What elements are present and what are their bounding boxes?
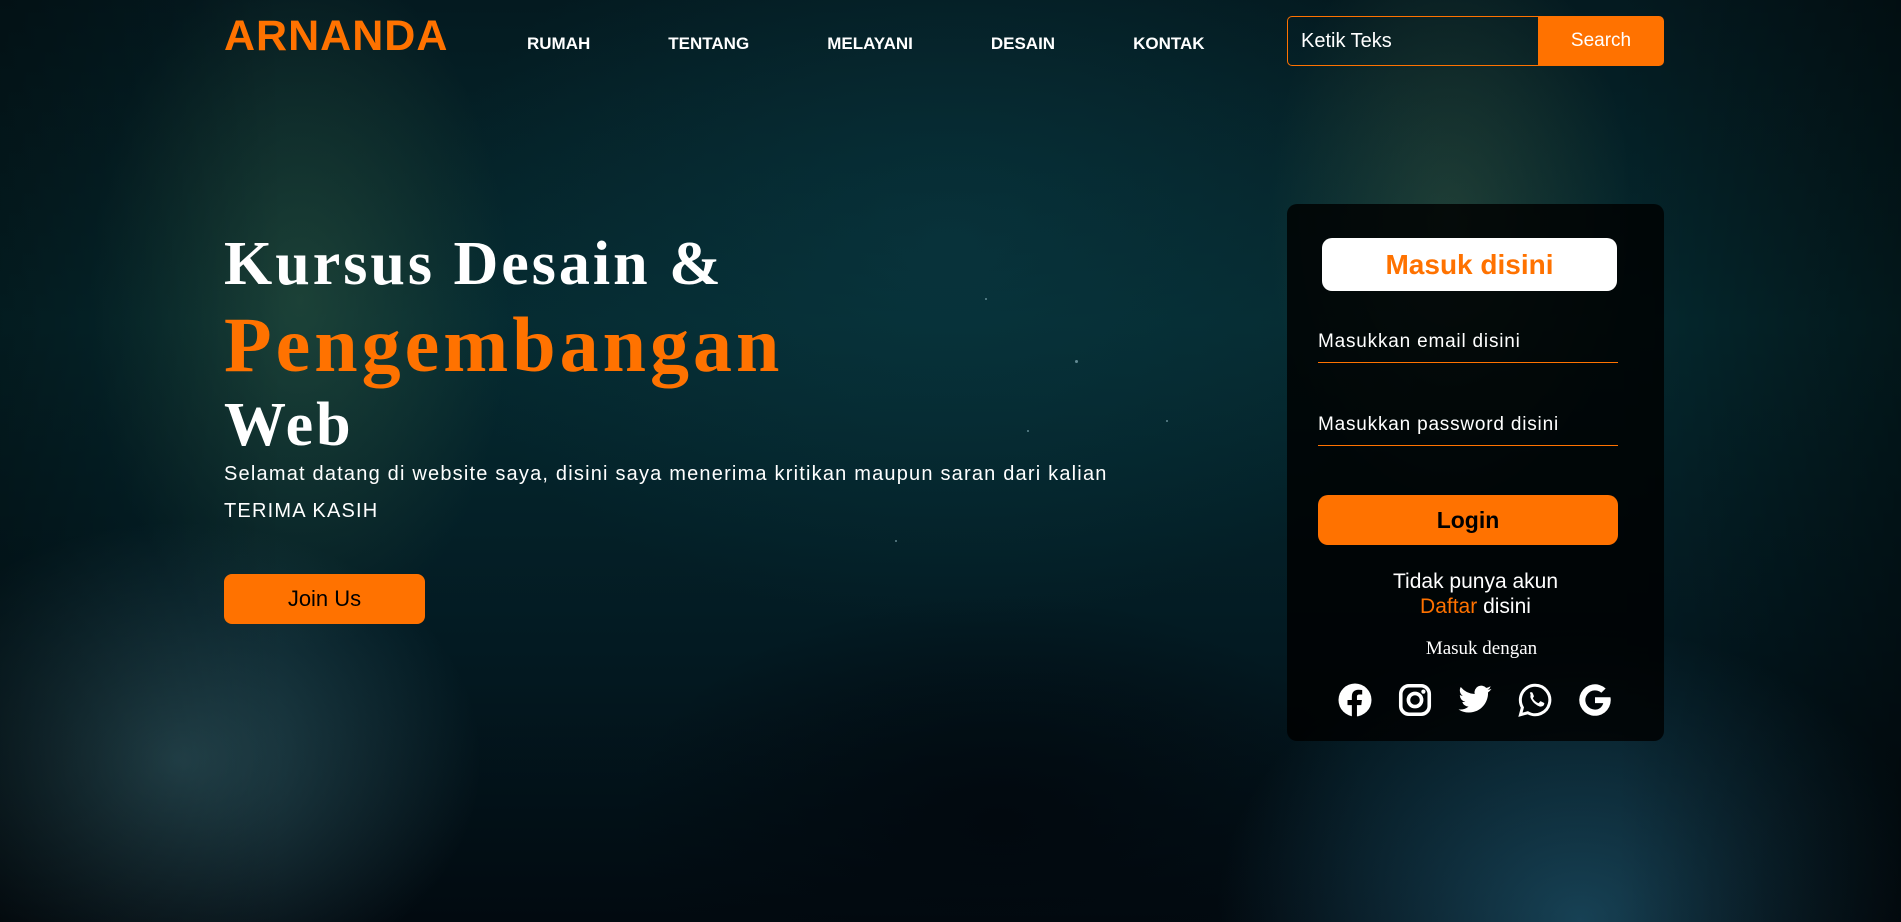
- brand-logo[interactable]: ARNANDA: [224, 12, 448, 61]
- no-account-label: Tidak punya akun: [1393, 570, 1558, 593]
- nav-item-tentang[interactable]: TENTANG: [668, 34, 749, 54]
- register-line: Daftar disini: [1287, 594, 1664, 619]
- whatsapp-icon[interactable]: [1517, 682, 1553, 718]
- social-login-icons: [1337, 682, 1637, 718]
- search-input[interactable]: [1287, 16, 1538, 66]
- hero-thanks: TERIMA KASIH: [224, 500, 379, 522]
- hero-title-line2: Pengembangan: [224, 301, 784, 388]
- search-button[interactable]: Search: [1538, 16, 1664, 66]
- login-button[interactable]: Login: [1318, 495, 1618, 545]
- register-link[interactable]: Daftar: [1420, 595, 1477, 618]
- hero-title-line3: Web: [224, 391, 354, 459]
- login-card-title: Masuk disini: [1322, 238, 1617, 291]
- twitter-icon[interactable]: [1457, 682, 1493, 718]
- main-menu: RUMAH TENTANG MELAYANI DESAIN KONTAK: [527, 34, 1283, 54]
- facebook-icon[interactable]: [1337, 682, 1373, 718]
- password-field[interactable]: [1318, 404, 1618, 446]
- nav-item-desain[interactable]: DESAIN: [991, 34, 1055, 54]
- login-card: Masuk disini Login Tidak punya akun Daft…: [1287, 204, 1664, 741]
- nav-item-melayani[interactable]: MELAYANI: [827, 34, 913, 54]
- hero-title-line1: Kursus Desain &: [224, 230, 724, 298]
- nav-item-kontak[interactable]: KONTAK: [1133, 34, 1204, 54]
- hero-section: Kursus Desain & Pengembangan Web Selamat…: [224, 228, 1108, 525]
- no-account-text: Tidak punya akun Daftar disini: [1287, 569, 1664, 619]
- join-us-button[interactable]: Join Us: [224, 574, 425, 624]
- search-bar: Search: [1287, 16, 1664, 66]
- hero-paragraph: Selamat datang di website saya, disini s…: [224, 463, 1108, 485]
- google-icon[interactable]: [1577, 682, 1613, 718]
- login-with-label: Masuk dengan: [1425, 638, 1538, 659]
- nav-item-rumah[interactable]: RUMAH: [527, 34, 590, 54]
- register-suffix: disini: [1477, 595, 1531, 618]
- email-field[interactable]: [1318, 321, 1618, 363]
- instagram-icon[interactable]: [1397, 682, 1433, 718]
- navbar: ARNANDA RUMAH TENTANG MELAYANI DESAIN KO…: [0, 0, 1901, 80]
